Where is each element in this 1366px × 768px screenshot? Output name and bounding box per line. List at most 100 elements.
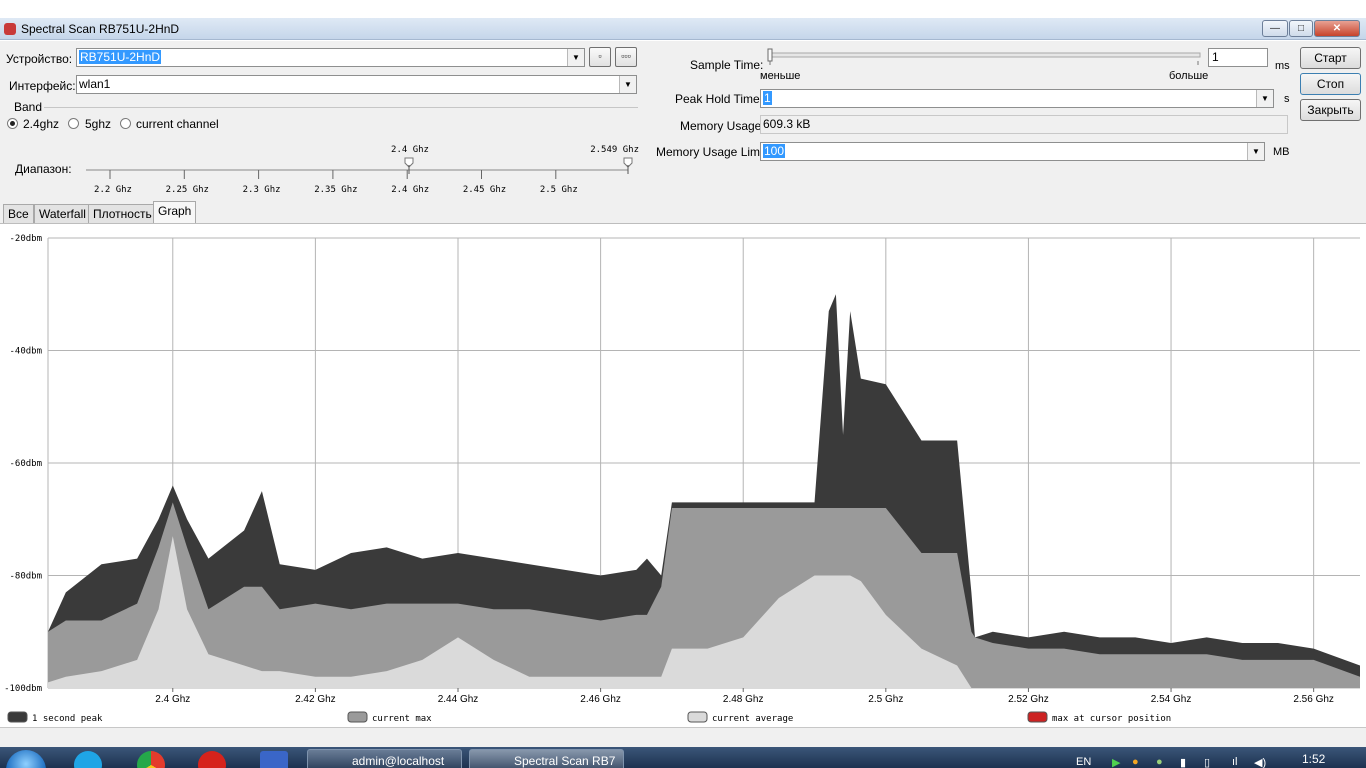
range-tick-label: 2.3 Ghz — [243, 185, 281, 195]
interface-select[interactable]: wlan1 ▼ — [76, 75, 637, 94]
legend-swatch — [687, 711, 708, 723]
app-icon — [4, 23, 16, 35]
clock: 1:52 — [1302, 752, 1326, 766]
sample-time-input[interactable]: 1 — [1208, 48, 1268, 67]
memory-usage-value: 609.3 kB — [760, 115, 1288, 134]
minimize-button[interactable]: — — [1262, 20, 1288, 37]
range-marker-low: 2.4 Ghz — [391, 145, 429, 155]
volume-icon[interactable]: ◀) — [1254, 756, 1266, 768]
spectrum-chart[interactable]: -20dbm-40dbm-60dbm-80dbm-100dbm 2.4 Ghz 2… — [0, 224, 1366, 728]
peak-hold-select[interactable]: 1 ▼ — [760, 89, 1274, 108]
window-title: Spectral Scan RB751U-2HnD — [21, 22, 180, 36]
tab-graph[interactable]: Graph — [153, 201, 197, 224]
range-tick-label: 2.45 Ghz — [463, 185, 506, 195]
start-button-orb[interactable] — [6, 750, 46, 768]
device-more-button[interactable]: ▫▫▫ — [615, 47, 637, 67]
memory-usage-label: Memory Usage: — [680, 119, 765, 133]
language-indicator[interactable]: EN — [1076, 756, 1091, 768]
memory-limit-select[interactable]: 100 ▼ — [760, 142, 1265, 161]
x-tick-label: 2.5 Ghz — [868, 694, 903, 705]
peak-hold-unit: s — [1284, 93, 1290, 105]
x-axis-ticks: 2.4 Ghz 2.42 Ghz 2.44 Ghz 2.46 Ghz 2.48 Ghz 2… — [155, 688, 1334, 705]
tab-all[interactable]: Все — [3, 204, 34, 224]
start-button[interactable]: Старт — [1300, 47, 1361, 69]
chevron-down-icon[interactable]: ▼ — [619, 76, 636, 93]
band-radio-2ghz[interactable] — [7, 118, 18, 129]
legend-label: current average — [712, 714, 793, 724]
skype-icon[interactable] — [74, 751, 102, 768]
memory-limit-label: Memory Usage Limit: — [656, 145, 770, 159]
legend-swatch — [1027, 711, 1048, 723]
interface-label: Интерфейс: — [9, 79, 76, 93]
legend-label: current max — [372, 714, 432, 724]
band-radio-current-channel[interactable] — [120, 118, 131, 129]
taskbar-task-admin[interactable]: admin@localhost — [307, 749, 462, 768]
y-tick-label: -100dbm — [4, 684, 42, 694]
tab-density[interactable]: Плотность — [88, 204, 157, 224]
sample-less-label: меньше — [760, 70, 801, 82]
chevron-down-icon[interactable]: ▼ — [1247, 143, 1264, 160]
stop-button[interactable]: Стоп — [1300, 73, 1361, 95]
range-slider[interactable]: 2.4 Ghz 2.549 Ghz 2.2 Ghz 2.25 Ghz 2.3 Ghz… — [80, 141, 640, 197]
spectrum-graph-panel: -20dbm -40dbm -60dbm -80dbm -100dbm 2.4 Ghz 2… — [0, 223, 1366, 727]
view-tabs: Все Waterfall Плотность Graph — [0, 201, 1366, 224]
legend-label: max at cursor position — [1052, 714, 1171, 724]
tray-app-icon[interactable]: ● — [1132, 756, 1139, 768]
opera-icon[interactable] — [198, 751, 226, 768]
band-radio-5ghz[interactable] — [68, 118, 79, 129]
device-label: Устройство: — [6, 52, 73, 66]
band-option-2ghz-label[interactable]: 2.4ghz — [23, 117, 59, 131]
x-tick-label: 2.48 Ghz — [723, 694, 764, 705]
taskbar: admin@localhost Spectral Scan RB7 EN ▶ ●… — [0, 747, 1366, 768]
tab-waterfall[interactable]: Waterfall — [34, 204, 91, 224]
band-option-5ghz-label[interactable]: 5ghz — [85, 117, 111, 131]
tray-globe-icon[interactable]: ● — [1156, 756, 1163, 768]
chrome-icon[interactable] — [137, 751, 165, 768]
x-tick-label: 2.56 Ghz — [1293, 694, 1334, 705]
close-button[interactable]: Закрыть — [1300, 99, 1361, 121]
device-value: RB751U-2HnD — [79, 50, 162, 64]
peak-hold-label: Peak Hold Time: — [675, 92, 764, 106]
sample-time-handle[interactable] — [767, 48, 773, 62]
sample-more-label: больше — [1169, 70, 1209, 82]
band-option-current-channel-label[interactable]: current channel — [136, 117, 219, 131]
range-tick-label: 2.25 Ghz — [166, 185, 209, 195]
sample-time-track — [767, 52, 1201, 58]
maximize-button[interactable]: □ — [1289, 20, 1313, 37]
y-tick-label: -20dbm — [9, 234, 42, 244]
x-tick-label: 2.54 Ghz — [1151, 694, 1192, 705]
chevron-down-icon[interactable]: ▼ — [567, 49, 584, 66]
range-marker-high: 2.549 Ghz — [590, 145, 639, 155]
x-tick-label: 2.44 Ghz — [438, 694, 479, 705]
y-tick-label: -40dbm — [9, 347, 42, 357]
x-tick-label: 2.46 Ghz — [580, 694, 621, 705]
legend-swatch — [347, 711, 368, 723]
memory-limit-value: 100 — [763, 144, 786, 158]
range-tick-label: 2.35 Ghz — [314, 185, 357, 195]
device-select[interactable]: RB751U-2HnD ▼ — [76, 48, 585, 67]
range-tick-label: 2.5 Ghz — [540, 185, 578, 195]
sample-time-slider[interactable] — [762, 45, 1206, 67]
band-group-label: Band — [14, 100, 43, 114]
signal-icon[interactable]: ıl — [1232, 756, 1238, 768]
x-tick-label: 2.4 Ghz — [155, 694, 190, 705]
peak-hold-value: 1 — [763, 91, 772, 105]
legend-label: 1 second peak — [32, 714, 103, 724]
y-axis-ticks: -20dbm -40dbm -60dbm -80dbm -100dbm — [4, 234, 42, 694]
range-ticks: 2.2 Ghz 2.25 Ghz 2.3 Ghz 2.35 Ghz 2.4 Ghz 2.4… — [94, 170, 578, 195]
device-browse-button[interactable]: ▫ — [589, 47, 611, 67]
close-window-button[interactable]: ✕ — [1314, 20, 1360, 37]
x-tick-label: 2.42 Ghz — [295, 694, 336, 705]
taskbar-task-spectral-scan[interactable]: Spectral Scan RB7 — [469, 749, 624, 768]
title-bar: Spectral Scan RB751U-2HnD — □ ✕ — [0, 18, 1366, 40]
range-label: Диапазон: — [15, 162, 72, 176]
play-icon[interactable]: ▶ — [1112, 756, 1120, 768]
chevron-down-icon[interactable]: ▼ — [1256, 90, 1273, 107]
band-group-divider — [44, 107, 638, 108]
x-tick-label: 2.52 Ghz — [1008, 694, 1049, 705]
range-tick-label: 2.2 Ghz — [94, 185, 132, 195]
range-tick-label: 2.4 Ghz — [391, 185, 429, 195]
network-icon[interactable]: ▮ — [1180, 756, 1186, 768]
save-disk-icon[interactable] — [260, 751, 288, 768]
battery-icon[interactable]: ▯ — [1204, 756, 1210, 768]
